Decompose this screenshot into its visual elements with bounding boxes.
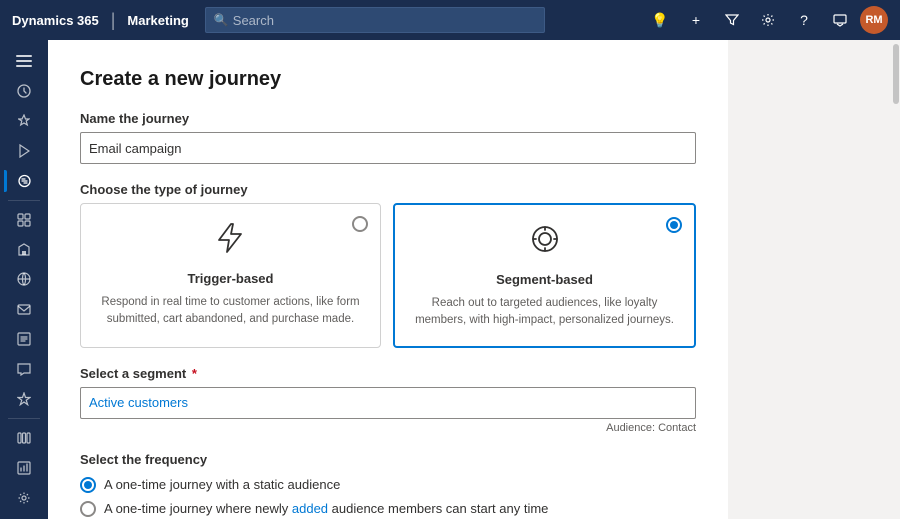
segment-radio-dot	[670, 221, 678, 229]
frequency-label: Select the frequency	[80, 452, 696, 467]
trigger-radio[interactable]	[352, 216, 368, 232]
frequency-option-dynamic[interactable]: A one-time journey where newly added aud…	[80, 501, 696, 517]
search-bar[interactable]: 🔍	[205, 7, 545, 33]
sidebar-item-library[interactable]	[4, 423, 44, 453]
add-icon[interactable]: +	[680, 4, 712, 36]
sidebar-item-settings[interactable]	[4, 483, 44, 513]
segment-hint: Audience: Contact	[80, 422, 696, 434]
sidebar-item-menu[interactable]	[4, 46, 44, 76]
form-panel: Create a new journey Name the journey Ch…	[48, 40, 728, 519]
sidebar-item-assets[interactable]	[4, 235, 44, 265]
trigger-icon	[97, 220, 364, 263]
settings-icon[interactable]	[752, 4, 784, 36]
avatar[interactable]: RM	[860, 6, 888, 34]
journey-type-label: Choose the type of journey	[80, 182, 696, 197]
top-nav: Dynamics 365 | Marketing 🔍 💡 + ? RM	[0, 0, 900, 40]
form-title: Create a new journey	[80, 68, 696, 91]
search-input[interactable]	[233, 13, 536, 28]
journey-name-section: Name the journey	[80, 111, 696, 164]
content-area: Create a new journey Name the journey Ch…	[48, 40, 892, 519]
help-icon[interactable]: ?	[788, 4, 820, 36]
segment-card-title: Segment-based	[411, 272, 678, 287]
frequency-section: Select the frequency A one-time journey …	[80, 452, 696, 519]
dynamic-option-label: A one-time journey where newly added aud…	[104, 501, 548, 516]
journey-type-section: Choose the type of journey Trigger-based	[80, 182, 696, 348]
brand-separator: |	[111, 10, 116, 31]
static-radio-circle	[80, 477, 96, 493]
sidebar-item-forms[interactable]	[4, 324, 44, 354]
trigger-radio-circle	[352, 216, 368, 232]
lightbulb-icon[interactable]: 💡	[644, 4, 676, 36]
main-layout: Create a new journey Name the journey Ch…	[0, 40, 900, 519]
sidebar-item-analytics[interactable]	[4, 453, 44, 483]
segment-section: Select a segment * Audience: Contact	[80, 366, 696, 434]
segment-card-desc: Reach out to targeted audiences, like lo…	[411, 295, 678, 330]
sidebar-item-email[interactable]	[4, 294, 44, 324]
app-name: Dynamics 365	[12, 13, 99, 28]
segment-input-wrap	[80, 387, 696, 419]
scrollbar-track	[892, 40, 900, 519]
sidebar-divider-2	[8, 418, 40, 419]
segment-based-card[interactable]: Segment-based Reach out to targeted audi…	[393, 203, 696, 348]
sidebar-divider-1	[8, 200, 40, 201]
journey-name-label: Name the journey	[80, 111, 696, 126]
sidebar-item-pinned[interactable]	[4, 106, 44, 136]
sidebar-item-recent[interactable]	[4, 76, 44, 106]
sidebar-item-star[interactable]	[4, 384, 44, 414]
static-radio-dot	[84, 481, 92, 489]
scrollbar-thumb[interactable]	[893, 44, 899, 104]
filter-icon[interactable]	[716, 4, 748, 36]
sidebar-item-journey[interactable]	[4, 166, 44, 196]
sidebar	[0, 40, 48, 519]
dynamic-radio-circle	[80, 501, 96, 517]
trigger-based-card[interactable]: Trigger-based Respond in real time to cu…	[80, 203, 381, 348]
journey-type-cards: Trigger-based Respond in real time to cu…	[80, 203, 696, 348]
segment-radio[interactable]	[666, 217, 682, 233]
search-icon: 🔍	[214, 13, 229, 27]
feedback-icon[interactable]	[824, 4, 856, 36]
segment-input[interactable]	[80, 387, 696, 419]
frequency-option-static[interactable]: A one-time journey with a static audienc…	[80, 477, 696, 493]
module-name: Marketing	[127, 13, 188, 28]
journey-name-input[interactable]	[80, 132, 696, 164]
segment-card-icon	[411, 221, 678, 264]
trigger-card-title: Trigger-based	[97, 271, 364, 286]
sidebar-item-chat[interactable]	[4, 354, 44, 384]
required-marker: *	[188, 366, 197, 381]
trigger-card-desc: Respond in real time to customer actions…	[97, 294, 364, 329]
segment-radio-circle	[666, 217, 682, 233]
static-option-label: A one-time journey with a static audienc…	[104, 477, 340, 492]
brand: Dynamics 365 | Marketing	[12, 10, 189, 31]
segment-label: Select a segment *	[80, 366, 696, 381]
sidebar-item-globe[interactable]	[4, 265, 44, 295]
sidebar-item-segments[interactable]	[4, 205, 44, 235]
nav-icons: 💡 + ? RM	[644, 4, 888, 36]
sidebar-item-play[interactable]	[4, 136, 44, 166]
